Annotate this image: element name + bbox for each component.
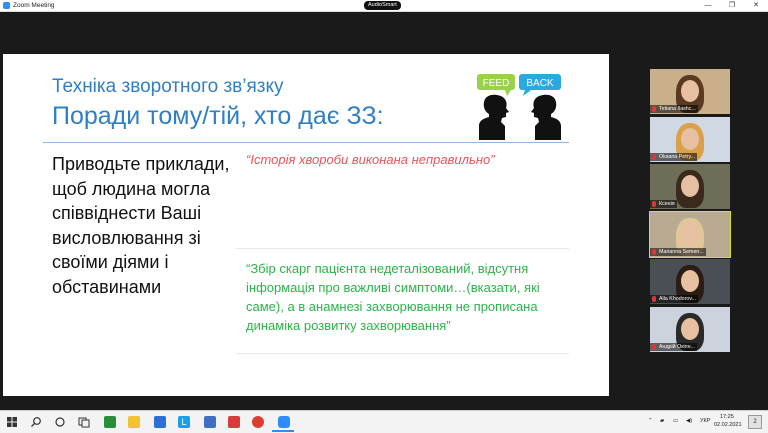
windows-taskbar: L ⌃ ▰ ▭ ◀) УКР 17:25 02.02.2021 2 xyxy=(0,410,768,433)
feed-label: FEED xyxy=(483,78,510,89)
muted-mic-icon xyxy=(652,201,656,207)
participant-face xyxy=(681,318,699,340)
muted-mic-icon xyxy=(652,296,656,302)
edge-icon[interactable] xyxy=(104,416,116,428)
good-example-quote: “Збір скарг пацієнта недеталізований, ві… xyxy=(246,261,540,333)
participant-face xyxy=(681,128,699,150)
participant-tile[interactable]: Oksana Petry... xyxy=(650,117,730,162)
battery-icon[interactable]: ▭ xyxy=(673,418,678,424)
bad-example-quote: “Історія хвороби виконана неправильно” xyxy=(246,152,495,167)
audiosmart-badge[interactable]: AudioSmart xyxy=(364,1,401,10)
zoom-app-icon xyxy=(3,2,10,9)
muted-mic-icon xyxy=(652,154,656,160)
muted-mic-icon xyxy=(652,249,656,255)
app-l-icon[interactable]: L xyxy=(178,416,190,428)
chrome-icon[interactable] xyxy=(252,416,264,428)
participant-face xyxy=(681,223,699,245)
participant-face xyxy=(681,270,699,292)
participant-name: Marianna Semen... xyxy=(650,248,706,256)
office-icon[interactable] xyxy=(228,416,240,428)
participant-tile[interactable]: Ксенія xyxy=(650,164,730,209)
shared-slide: Техніка зворотного зв’язку Поради тому/т… xyxy=(3,54,609,396)
photos-icon[interactable] xyxy=(204,416,216,428)
file-explorer-icon[interactable] xyxy=(128,416,140,428)
participant-name: Tetiana Ilashc... xyxy=(650,105,698,113)
quote-divider-bottom xyxy=(236,353,569,354)
participant-tile[interactable]: Marianna Semen... xyxy=(649,211,731,258)
slide-divider xyxy=(43,142,569,143)
close-button[interactable]: ✕ xyxy=(746,0,766,11)
search-icon[interactable] xyxy=(30,416,42,428)
feedback-logo: FEED BACK xyxy=(475,74,565,140)
participant-tile[interactable]: Андрій Окіпн... xyxy=(650,307,730,352)
participant-face xyxy=(681,80,699,102)
advice-text: Приводьте приклади, щоб людина могла спі… xyxy=(52,154,230,297)
restore-button[interactable]: ❐ xyxy=(722,0,742,11)
participant-face xyxy=(681,175,699,197)
participant-name: Alla Khodorov... xyxy=(650,295,699,303)
minimize-button[interactable]: — xyxy=(698,0,718,11)
muted-mic-icon xyxy=(652,106,656,112)
store-icon[interactable] xyxy=(154,416,166,428)
clock-date[interactable]: 02.02.2021 xyxy=(714,422,742,428)
network-icon[interactable]: ▰ xyxy=(660,418,664,424)
language-indicator[interactable]: УКР xyxy=(700,418,710,424)
notifications-icon[interactable]: 2 xyxy=(748,415,762,429)
participant-name: Oksana Petry... xyxy=(650,153,698,161)
window-title: Zoom Meeting xyxy=(13,2,55,9)
window-titlebar: Zoom Meeting AudioSmart — ❐ ✕ xyxy=(0,0,768,12)
cortana-icon[interactable] xyxy=(54,416,66,428)
muted-mic-icon xyxy=(652,344,656,350)
meeting-stage: Техніка зворотного зв’язку Поради тому/т… xyxy=(0,12,768,410)
quote-divider xyxy=(236,248,569,249)
windows-start-icon[interactable] xyxy=(6,416,18,428)
participant-tile[interactable]: Tetiana Ilashc... xyxy=(650,69,730,114)
participant-tile[interactable]: Alla Khodorov... xyxy=(650,259,730,304)
participant-name: Андрій Окіпн... xyxy=(650,343,697,351)
back-label: BACK xyxy=(526,78,554,89)
tray-chevron-icon[interactable]: ⌃ xyxy=(648,418,653,424)
volume-icon[interactable]: ◀) xyxy=(686,418,692,424)
slide-title: Техніка зворотного зв’язку xyxy=(52,76,284,97)
clock-time[interactable]: 17:25 xyxy=(720,414,734,420)
zoom-taskbar-icon[interactable] xyxy=(278,416,290,428)
task-view-icon[interactable] xyxy=(78,416,90,428)
slide-subtitle: Поради тому/тій, хто дає ЗЗ: xyxy=(52,102,384,130)
